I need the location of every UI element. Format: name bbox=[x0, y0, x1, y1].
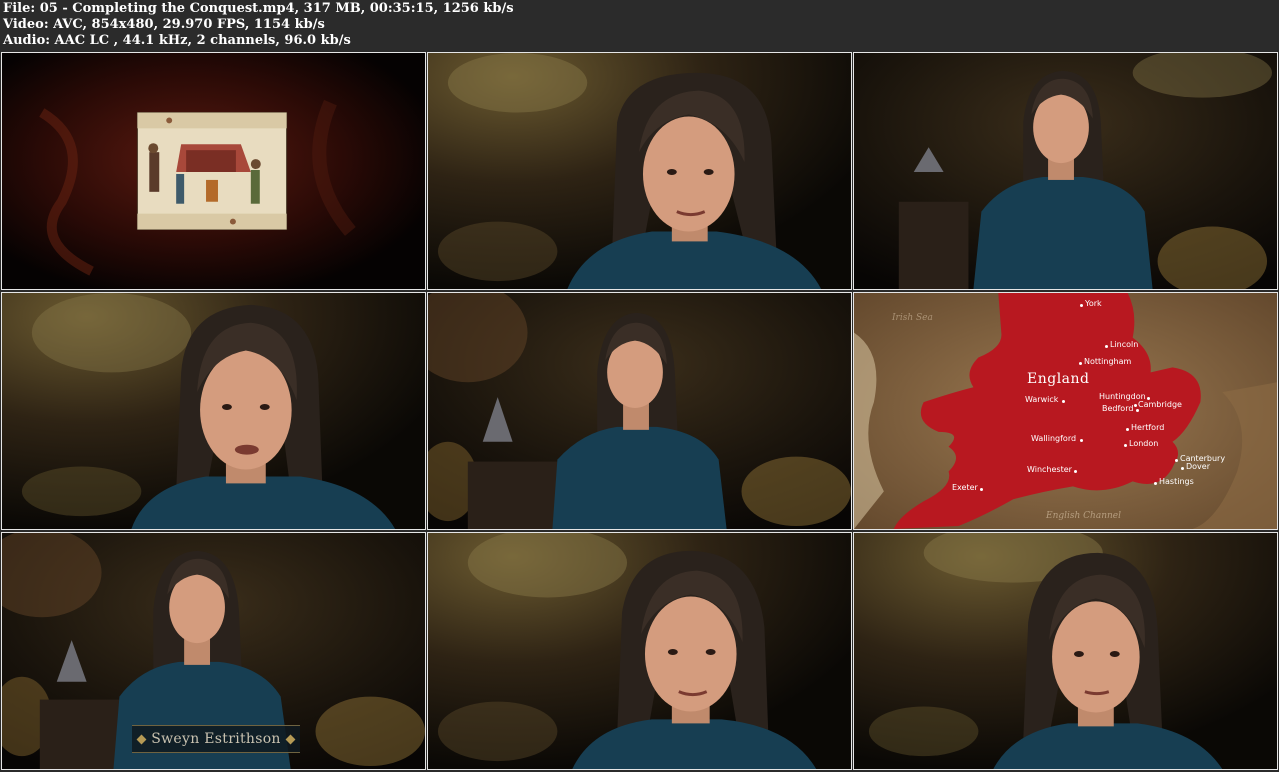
england-map bbox=[854, 293, 1277, 529]
town-label: Hastings bbox=[1159, 477, 1194, 486]
town-label: London bbox=[1129, 439, 1159, 448]
thumbnail-grid: York Lincoln Nottingham England Warwick … bbox=[0, 51, 1279, 772]
thumbnail-2[interactable] bbox=[427, 52, 852, 290]
file-info-header: File: 05 - Completing the Conquest.mp4, … bbox=[0, 0, 1279, 50]
file-info-line: File: 05 - Completing the Conquest.mp4, … bbox=[3, 1, 514, 16]
presenter-scene bbox=[2, 293, 425, 529]
dover-marker bbox=[1181, 467, 1184, 470]
presenter-scene bbox=[854, 533, 1277, 769]
town-label: Bedford bbox=[1102, 404, 1134, 413]
country-label: England bbox=[1027, 371, 1090, 387]
town-label: Warwick bbox=[1025, 395, 1059, 404]
town-label: Exeter bbox=[952, 483, 978, 492]
town-label: Cambridge bbox=[1138, 400, 1182, 409]
thumbnail-1[interactable] bbox=[1, 52, 426, 290]
presenter-scene bbox=[428, 533, 851, 769]
hastings-marker bbox=[1154, 482, 1157, 485]
presenter-scene bbox=[428, 53, 851, 289]
exeter-marker bbox=[980, 488, 983, 491]
wallingford-marker bbox=[1080, 439, 1083, 442]
bedford-marker bbox=[1136, 409, 1139, 412]
presenter-scene bbox=[854, 53, 1277, 289]
warwick-marker bbox=[1062, 400, 1065, 403]
hertford-marker bbox=[1126, 428, 1129, 431]
presenter-scene bbox=[428, 293, 851, 529]
video-info-line: Video: AVC, 854x480, 29.970 FPS, 1154 kb… bbox=[3, 17, 325, 32]
town-label: Dover bbox=[1186, 462, 1210, 471]
town-label: Nottingham bbox=[1084, 357, 1132, 366]
town-label: York bbox=[1085, 299, 1102, 308]
sea-label: Irish Sea bbox=[892, 313, 933, 323]
thumbnail-8[interactable] bbox=[427, 532, 852, 770]
audio-info-line: Audio: AAC LC , 44.1 kHz, 2 channels, 96… bbox=[3, 33, 351, 48]
thumbnail-5[interactable] bbox=[427, 292, 852, 530]
tapestry-scene bbox=[2, 53, 425, 289]
town-label: Winchester bbox=[1027, 465, 1072, 474]
town-label: Hertford bbox=[1131, 423, 1165, 432]
thumbnail-7[interactable]: Sweyn Estrithson bbox=[1, 532, 426, 770]
york-marker bbox=[1080, 304, 1083, 307]
caption-name: Sweyn Estrithson bbox=[151, 731, 281, 747]
nottingham-marker bbox=[1079, 362, 1082, 365]
winchester-marker bbox=[1074, 470, 1077, 473]
thumbnail-6-map[interactable]: York Lincoln Nottingham England Warwick … bbox=[853, 292, 1278, 530]
lincoln-marker bbox=[1105, 345, 1108, 348]
lower-third-caption: Sweyn Estrithson bbox=[132, 725, 300, 753]
london-marker bbox=[1124, 444, 1127, 447]
thumbnail-3[interactable] bbox=[853, 52, 1278, 290]
town-label: Lincoln bbox=[1110, 340, 1139, 349]
sea-label: English Channel bbox=[1046, 511, 1122, 521]
town-label: Wallingford bbox=[1031, 434, 1077, 443]
cambridge-marker bbox=[1134, 404, 1137, 407]
canterbury-marker bbox=[1175, 459, 1178, 462]
thumbnail-4[interactable] bbox=[1, 292, 426, 530]
thumbnail-9[interactable] bbox=[853, 532, 1278, 770]
diamond-ornament-icon bbox=[285, 734, 296, 744]
